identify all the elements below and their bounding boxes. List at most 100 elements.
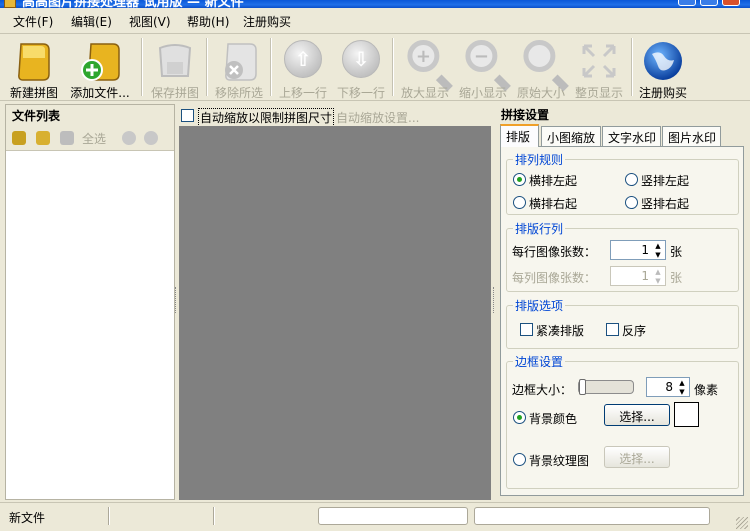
zoom-out-button[interactable]: − 缩小显示 <box>454 34 512 100</box>
status-progress <box>318 507 468 525</box>
select-all-button[interactable]: 全选 <box>82 130 106 147</box>
auto-zoom-label[interactable]: 自动缩放以限制拼图尺寸 <box>198 108 335 127</box>
app-icon <box>4 0 16 8</box>
tab-thumb-scale[interactable]: 小图缩放 <box>541 126 601 146</box>
arrange-rule-title: 排列规则 <box>513 151 566 168</box>
menu-register[interactable]: 注册购买 <box>243 13 291 30</box>
file-list-toolbar: 全选 <box>6 125 174 151</box>
next-icon[interactable] <box>144 131 158 145</box>
close-button[interactable] <box>722 0 740 6</box>
border-size-spinner[interactable]: 8 ▲ ▼ <box>646 377 690 397</box>
status-bar: 新文件 <box>0 502 750 531</box>
bg-color-swatch[interactable] <box>674 402 699 427</box>
window-title: 高高图片拼接处理器 试用版 — 新文件 <box>22 0 244 8</box>
menu-file[interactable]: 文件(F) <box>13 13 53 30</box>
arrow-up-icon: ⇧ <box>284 40 322 78</box>
prev-icon[interactable] <box>122 131 136 145</box>
spin-up-icon[interactable]: ▲ <box>676 379 688 387</box>
select-bg-texture-button[interactable]: 选择... <box>604 446 670 468</box>
rows-cols-title: 排版行列 <box>513 220 566 237</box>
add-file-button[interactable]: 添加文件... <box>65 34 135 100</box>
radio-bg-color[interactable] <box>513 411 526 424</box>
tab-text-watermark[interactable]: 文字水印 <box>602 126 661 146</box>
new-mosaic-button[interactable]: 新建拼图 <box>3 34 65 100</box>
move-up-button[interactable]: ⇧ 上移一行 <box>274 34 332 100</box>
globe-icon <box>644 42 682 80</box>
magnifier-icon <box>523 40 569 92</box>
compact-checkbox[interactable] <box>520 323 533 336</box>
radio-horizontal-right[interactable] <box>513 196 526 209</box>
remove-selected-button[interactable]: 移除所选 <box>210 34 268 100</box>
fit-page-button[interactable]: 整页显示 <box>570 34 628 100</box>
original-size-button[interactable]: 原始大小 <box>512 34 570 100</box>
per-row-unit: 张 <box>670 245 683 259</box>
file-list-title: 文件列表 <box>6 105 174 125</box>
radio-horizontal-right-label: 横排右起 <box>529 197 578 211</box>
spin-up-icon[interactable]: ▲ <box>652 242 664 250</box>
radio-vertical-right[interactable] <box>625 196 638 209</box>
slider-thumb[interactable] <box>579 379 586 395</box>
auto-zoom-checkbox[interactable] <box>181 109 194 122</box>
title-bar: 高高图片拼接处理器 试用版 — 新文件 <box>0 0 750 8</box>
move-down-button[interactable]: ⇩ 下移一行 <box>332 34 390 100</box>
toolbar: 新建拼图 添加文件... 保存拼图 移除所选 ⇧ 上移一行 ⇩ 下移一行 + 放… <box>0 34 750 101</box>
border-size-unit: 像素 <box>694 383 719 397</box>
tab-layout[interactable]: 排版 <box>500 124 539 147</box>
spin-down-icon[interactable]: ▼ <box>676 388 688 396</box>
preview-area: 自动缩放以限制拼图尺寸 自动缩放设置... <box>178 104 492 500</box>
maximize-button[interactable] <box>700 0 718 6</box>
auto-zoom-row: 自动缩放以限制拼图尺寸 自动缩放设置... <box>178 104 492 127</box>
resize-grip[interactable] <box>736 517 748 529</box>
radio-horizontal-left-label: 横排左起 <box>529 174 578 188</box>
radio-vertical-left[interactable] <box>625 173 638 186</box>
spin-up-icon[interactable]: ▲ <box>652 268 664 276</box>
border-settings-title: 边框设置 <box>513 353 566 370</box>
new-mosaic-icon <box>18 43 50 81</box>
tab-image-watermark[interactable]: 图片水印 <box>662 126 721 146</box>
per-col-label: 每列图像张数： <box>512 271 597 285</box>
save-mosaic-button[interactable]: 保存拼图 <box>146 34 204 100</box>
border-settings-group: 边框设置 边框大小： 8 ▲ ▼ 像素 背景颜色 选择... 背景纹理图 选择.… <box>506 353 739 489</box>
arrow-down-icon: ⇩ <box>342 40 380 78</box>
menu-bar: 文件(F) 编辑(E) 视图(V) 帮助(H) 注册购买 <box>0 8 750 34</box>
border-size-label: 边框大小： <box>512 383 573 397</box>
register-buy-button[interactable]: 注册购买 <box>634 34 692 100</box>
auto-zoom-settings-link[interactable]: 自动缩放设置... <box>336 109 419 126</box>
select-bg-color-button[interactable]: 选择... <box>604 404 670 426</box>
per-row-spinner[interactable]: 1 ▲ ▼ <box>610 240 666 260</box>
status-text: 新文件 <box>9 511 46 525</box>
spin-down-icon[interactable]: ▼ <box>652 251 664 259</box>
menu-view[interactable]: 视图(V) <box>129 13 171 30</box>
add-file-icon <box>81 43 120 81</box>
layout-options-group: 排版选项 紧凑排版 反序 <box>506 297 739 349</box>
reverse-label: 反序 <box>622 324 647 338</box>
zoom-in-button[interactable]: + 放大显示 <box>396 34 454 100</box>
settings-title: 拼接设置 <box>501 108 550 122</box>
add-small-icon[interactable] <box>12 131 26 145</box>
mosaic-canvas[interactable] <box>179 126 491 500</box>
file-list[interactable] <box>6 151 174 499</box>
radio-horizontal-left[interactable] <box>513 173 526 186</box>
right-splitter[interactable] <box>493 287 496 313</box>
reverse-checkbox[interactable] <box>606 323 619 336</box>
zoom-out-icon: − <box>465 40 511 92</box>
radio-vertical-left-label: 竖排左起 <box>641 174 690 188</box>
zoom-in-icon: + <box>407 40 453 92</box>
per-col-spinner[interactable]: 1 ▲ ▼ <box>610 266 666 286</box>
save-mosaic-icon <box>158 44 192 77</box>
per-row-label: 每行图像张数： <box>512 245 597 259</box>
fit-page-icon <box>582 44 616 78</box>
remove-small-icon[interactable] <box>60 131 74 145</box>
layout-options-title: 排版选项 <box>513 297 566 314</box>
status-info <box>474 507 710 525</box>
minimize-button[interactable] <box>678 0 696 6</box>
file-list-panel: 文件列表 全选 <box>5 104 175 500</box>
menu-edit[interactable]: 编辑(E) <box>71 13 112 30</box>
radio-bg-texture[interactable] <box>513 453 526 466</box>
menu-help[interactable]: 帮助(H) <box>187 13 229 30</box>
border-size-slider[interactable] <box>578 379 634 395</box>
add-folder-small-icon[interactable] <box>36 131 50 145</box>
radio-bg-texture-label: 背景纹理图 <box>529 454 590 468</box>
spin-down-icon[interactable]: ▼ <box>652 277 664 285</box>
remove-selected-icon <box>225 43 257 81</box>
